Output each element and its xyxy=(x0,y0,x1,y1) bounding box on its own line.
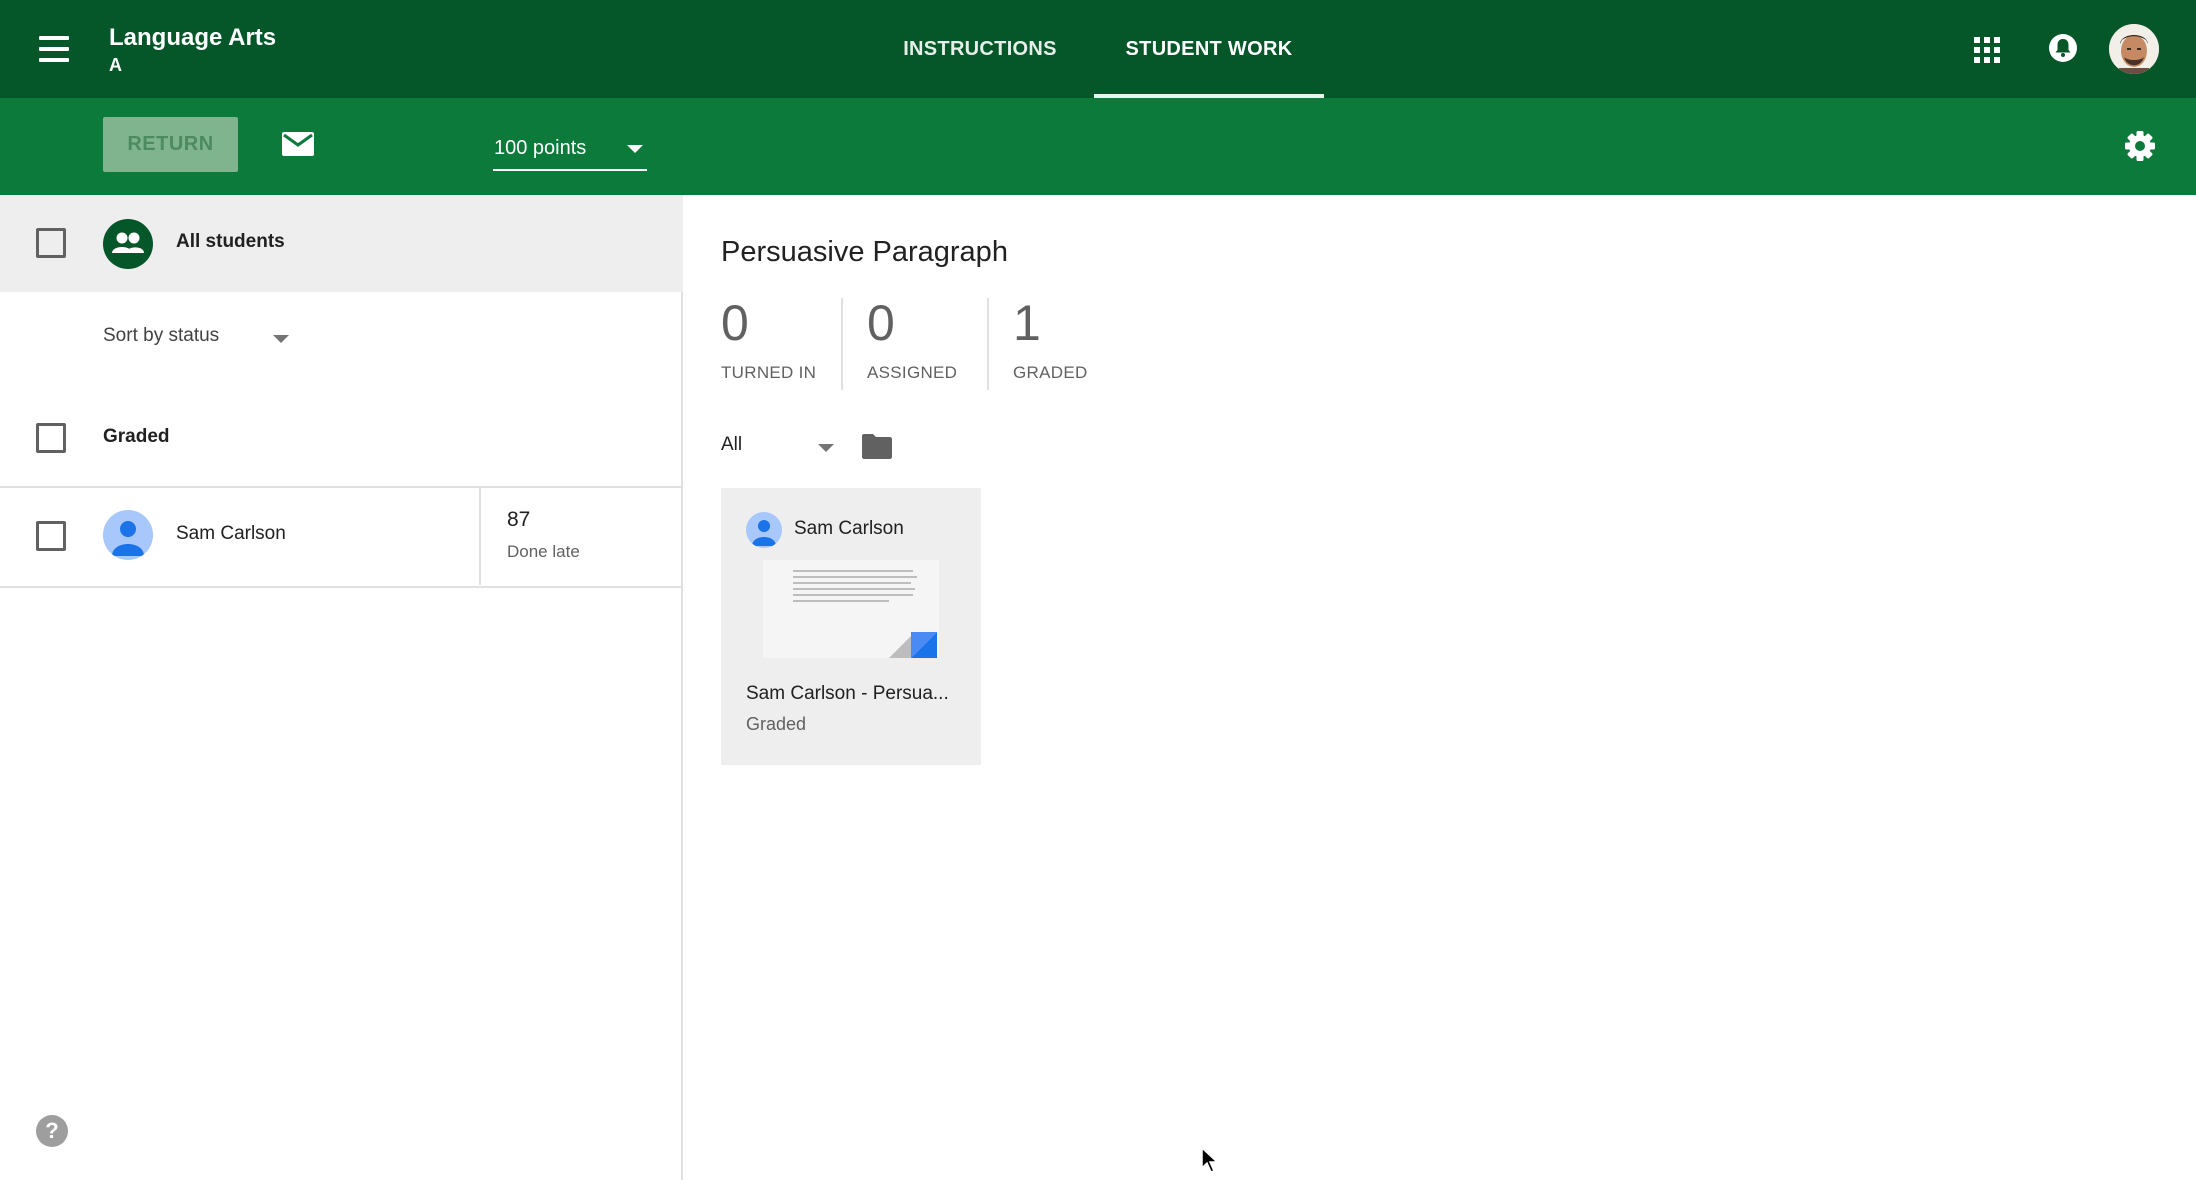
app-header: Language Arts A INSTRUCTIONS STUDENT WOR… xyxy=(0,0,2196,98)
student-avatar xyxy=(103,510,153,560)
document-thumbnail xyxy=(763,560,939,658)
return-button[interactable]: RETURN xyxy=(103,117,238,172)
card-student-name: Sam Carlson xyxy=(794,518,904,539)
account-avatar[interactable] xyxy=(2109,24,2159,74)
chevron-down-icon xyxy=(818,444,834,452)
assignment-title: Persuasive Paragraph xyxy=(721,236,1008,268)
stat-value: 1 xyxy=(1013,295,1041,351)
tab-instructions[interactable]: INSTRUCTIONS xyxy=(880,0,1080,98)
stat-label: ASSIGNED xyxy=(867,363,958,382)
chevron-down-icon xyxy=(273,335,289,343)
sort-label: Sort by status xyxy=(103,325,220,346)
group-icon xyxy=(103,219,153,269)
status-filter-dropdown[interactable]: All xyxy=(721,432,836,462)
mouse-cursor-icon xyxy=(1200,1146,1220,1174)
docs-corner-icon xyxy=(889,632,937,658)
stat-value: 0 xyxy=(867,295,895,351)
stat-value: 0 xyxy=(721,295,749,351)
submission-status: Done late xyxy=(507,542,580,561)
graded-group-checkbox[interactable] xyxy=(36,423,66,453)
card-file-name[interactable]: Sam Carlson - Persua... xyxy=(746,683,949,705)
student-avatar xyxy=(746,512,782,548)
settings-icon[interactable] xyxy=(2122,128,2158,164)
points-dropdown[interactable]: 100 points xyxy=(493,136,647,171)
all-students-row[interactable]: All students xyxy=(0,195,683,292)
class-section: A xyxy=(109,55,122,75)
divider xyxy=(0,586,683,588)
notifications-icon[interactable] xyxy=(2045,30,2081,66)
all-students-label: All students xyxy=(176,231,285,252)
mail-icon[interactable] xyxy=(281,131,315,157)
student-checkbox[interactable] xyxy=(36,521,66,551)
help-icon[interactable]: ? xyxy=(36,1115,68,1147)
sort-dropdown[interactable]: Sort by status xyxy=(103,323,293,353)
points-value: 100 points xyxy=(494,137,587,159)
folder-icon[interactable] xyxy=(860,432,894,460)
all-students-checkbox[interactable] xyxy=(36,228,66,258)
stat-label: GRADED xyxy=(1013,363,1088,382)
chevron-down-icon xyxy=(627,145,643,153)
tab-student-work[interactable]: STUDENT WORK xyxy=(1094,0,1324,98)
student-list-panel: All students Sort by status Graded Sam C… xyxy=(0,195,683,1180)
grading-toolbar: RETURN 100 points xyxy=(0,98,2196,195)
filter-value: All xyxy=(721,434,743,455)
stat-label: TURNED IN xyxy=(721,363,817,382)
grade-cell[interactable]: 87 Done late xyxy=(479,488,683,585)
card-status: Graded xyxy=(746,714,807,734)
divider xyxy=(841,298,843,390)
apps-icon[interactable] xyxy=(1972,35,2000,63)
submission-card[interactable]: Sam Carlson Sam Carlson - Persua... Grad… xyxy=(721,488,981,765)
student-row[interactable]: Sam Carlson 87 Done late xyxy=(0,488,683,585)
graded-group-label: Graded xyxy=(103,426,170,447)
class-title[interactable]: Language Arts xyxy=(109,24,276,52)
grade-value: 87 xyxy=(507,508,531,531)
menu-icon[interactable] xyxy=(32,28,76,70)
divider xyxy=(987,298,989,390)
student-name: Sam Carlson xyxy=(176,523,286,544)
